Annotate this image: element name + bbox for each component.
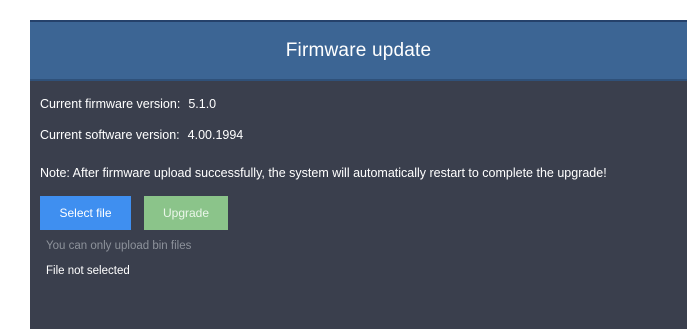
file-status: File not selected bbox=[46, 265, 130, 277]
dialog-title: Firmware update bbox=[285, 39, 432, 61]
dialog-header: Firmware update bbox=[30, 22, 687, 81]
firmware-update-dialog: Firmware update Current firmware version… bbox=[30, 20, 687, 329]
software-version-row: Current software version: 4.00.1994 bbox=[40, 126, 677, 157]
software-version-label: Current software version: bbox=[40, 128, 180, 142]
firmware-version-row: Current firmware version: 5.1.0 bbox=[40, 95, 677, 126]
firmware-version-label: Current firmware version: bbox=[40, 97, 181, 111]
restart-note: Note: After firmware upload successfully… bbox=[40, 166, 607, 180]
dialog-body: Current firmware version: 5.1.0 Current … bbox=[30, 81, 687, 279]
button-row: Select file Upgrade bbox=[40, 196, 677, 230]
firmware-version-value: 5.1.0 bbox=[188, 97, 217, 111]
file-type-hint: You can only upload bin files bbox=[46, 240, 192, 252]
software-version-value: 4.00.1994 bbox=[187, 128, 244, 142]
select-file-button[interactable]: Select file bbox=[40, 196, 131, 230]
upgrade-button[interactable]: Upgrade bbox=[144, 196, 228, 230]
